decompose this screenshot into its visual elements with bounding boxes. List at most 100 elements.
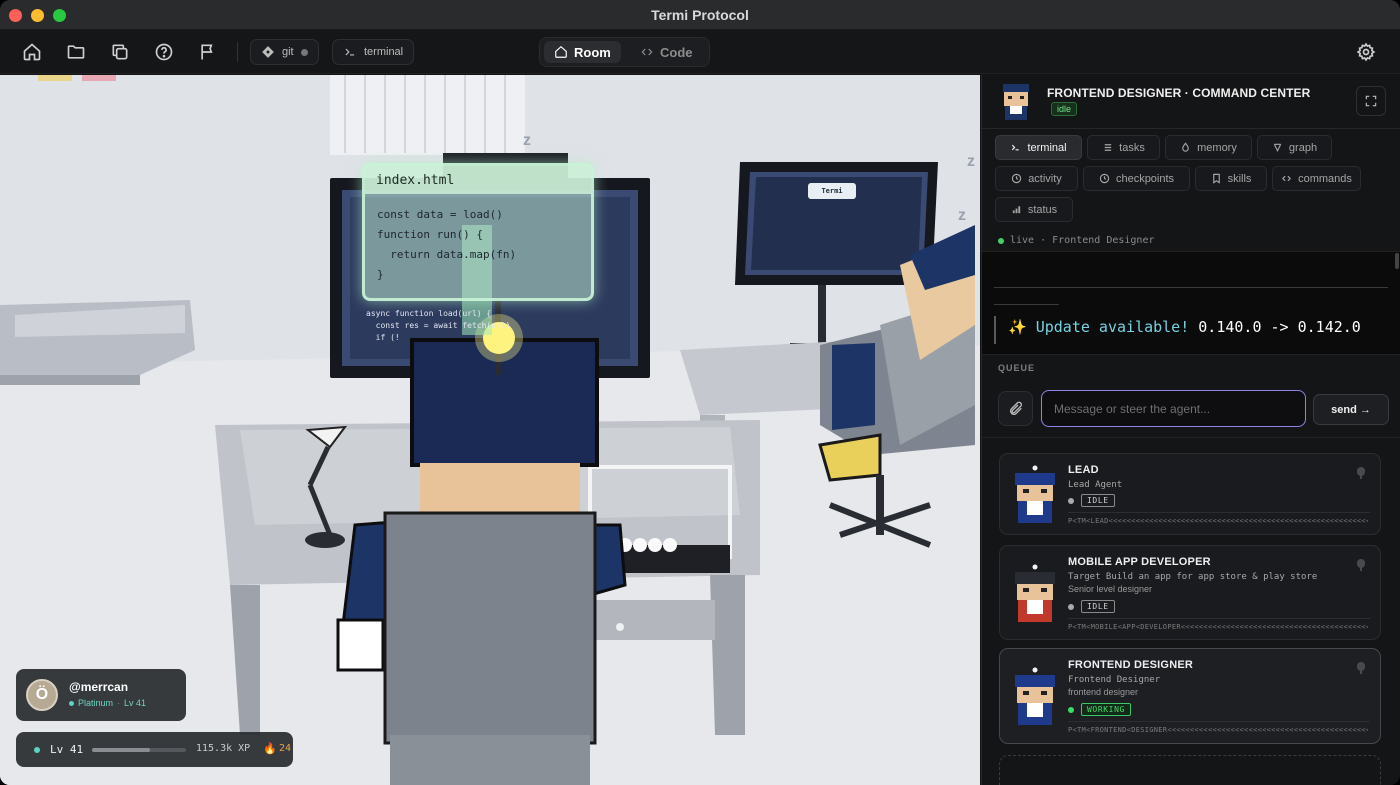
agent-card-mobile-app-developer[interactable]: MOBILE APP DEVELOPER Target Build an app… bbox=[999, 545, 1381, 640]
agent-status: IDLE bbox=[1068, 494, 1115, 507]
attach-button[interactable] bbox=[998, 391, 1033, 426]
agent-status: WORKING bbox=[1068, 703, 1131, 716]
tab-checkpoints[interactable]: checkpoints bbox=[1083, 166, 1190, 191]
code-view-button[interactable]: Code bbox=[630, 41, 703, 63]
agent-card-lead[interactable]: LEAD Lead Agent IDLE P<TM<LEAD<<<<<<<<<<… bbox=[999, 453, 1381, 535]
send-button[interactable]: send → bbox=[1313, 394, 1389, 425]
copy-icon[interactable] bbox=[110, 42, 130, 62]
tier-dot bbox=[69, 700, 74, 706]
bars-icon bbox=[1012, 206, 1020, 214]
sleep-mark: z bbox=[958, 207, 966, 224]
monitor-code-line: const res = await fetch(url) bbox=[366, 321, 511, 330]
card-divider bbox=[1068, 618, 1370, 619]
tab-commands[interactable]: commands bbox=[1272, 166, 1361, 191]
command-center-panel: FRONTEND DESIGNER · COMMAND CENTER idle … bbox=[981, 75, 1400, 785]
tier-separator: · bbox=[117, 698, 121, 708]
agent-card-frontend-designer[interactable]: FRONTEND DESIGNER Frontend Designer fron… bbox=[999, 648, 1381, 744]
small-screen-label: Termi bbox=[808, 183, 856, 199]
xp-progress-card: Lv 41 115.3k XP 🔥 24 bbox=[16, 732, 293, 767]
update-notice: ✨ Update available! 0.140.0 -> 0.142.0 bbox=[1008, 318, 1361, 336]
agent-subtitle: Target Build an app for app store & play… bbox=[1068, 572, 1318, 582]
tab-label: status bbox=[1027, 203, 1058, 216]
xp-level: Lv 41 bbox=[50, 743, 84, 756]
help-icon[interactable] bbox=[154, 42, 174, 62]
status-badge: idle bbox=[1051, 102, 1078, 116]
gear-icon[interactable] bbox=[1356, 42, 1376, 62]
live-text: live · Frontend Designer bbox=[1010, 235, 1155, 246]
status-dot bbox=[1068, 497, 1074, 504]
agent-status: IDLE bbox=[1068, 600, 1115, 613]
live-indicator: live · Frontend Designer bbox=[998, 235, 1155, 246]
avatar: Ö bbox=[26, 679, 58, 711]
app-window: Termi Protocol git terminal Room Code in… bbox=[0, 0, 1400, 785]
home-icon[interactable] bbox=[22, 42, 42, 62]
tab-terminal[interactable]: terminal bbox=[995, 135, 1082, 160]
tab-skills[interactable]: skills bbox=[1195, 166, 1267, 191]
bookmark-icon bbox=[1212, 173, 1220, 184]
tab-activity[interactable]: activity bbox=[995, 166, 1078, 191]
username: @merrcan bbox=[69, 680, 129, 694]
flag-icon[interactable] bbox=[198, 42, 218, 62]
terminal-label: terminal bbox=[364, 46, 404, 58]
terminal-box-line bbox=[994, 304, 1059, 305]
message-input[interactable] bbox=[1041, 390, 1306, 427]
agent-subtitle: frontend designer bbox=[1068, 687, 1139, 697]
tab-label: activity bbox=[1028, 172, 1062, 185]
clock-icon bbox=[1011, 173, 1022, 184]
xp-progress-fill bbox=[92, 748, 151, 752]
pin-icon[interactable] bbox=[1356, 661, 1366, 674]
header-divider bbox=[982, 128, 1400, 129]
terminal-box-line bbox=[994, 287, 1388, 288]
xp-dot bbox=[34, 747, 40, 753]
code-view-label: Code bbox=[660, 44, 693, 60]
git-button[interactable]: git bbox=[250, 39, 319, 65]
pin-icon[interactable] bbox=[1356, 466, 1366, 479]
expand-button[interactable] bbox=[1356, 86, 1386, 116]
folder-icon[interactable] bbox=[66, 42, 86, 62]
graph-icon bbox=[1273, 143, 1282, 152]
terminal-scrollbar[interactable] bbox=[1395, 253, 1399, 269]
agent-title: MOBILE APP DEVELOPER bbox=[1068, 556, 1211, 568]
terminal-icon bbox=[345, 48, 355, 56]
code-icon bbox=[641, 48, 653, 56]
status-badge: WORKING bbox=[1081, 703, 1131, 716]
agent-subtitle: Lead Agent bbox=[1068, 480, 1123, 490]
tier-level: Lv 41 bbox=[124, 698, 147, 708]
pin-icon[interactable] bbox=[1356, 558, 1366, 571]
user-profile-card[interactable]: Ö @merrcan Platinum · Lv 41 bbox=[16, 669, 186, 721]
code-line: const data = load() bbox=[377, 208, 503, 221]
panel-title: FRONTEND DESIGNER · COMMAND CENTER bbox=[1047, 86, 1311, 100]
tab-label: skills bbox=[1227, 172, 1252, 185]
status-badge: IDLE bbox=[1081, 600, 1115, 613]
agent-title: FRONTEND DESIGNER bbox=[1068, 659, 1194, 671]
status-dot bbox=[1068, 706, 1074, 713]
sparkle-icon: ✨ bbox=[1008, 318, 1027, 336]
monitor-code-line: if (! bbox=[366, 333, 400, 342]
live-dot bbox=[998, 237, 1004, 244]
expand-icon bbox=[1365, 95, 1377, 107]
tab-label: memory bbox=[1197, 141, 1237, 154]
add-agent-placeholder[interactable] bbox=[999, 755, 1381, 785]
agent-subtitle: Senior level designer bbox=[1068, 584, 1153, 594]
streak-count: 24 bbox=[279, 743, 292, 754]
view-toggle: Room Code bbox=[539, 37, 710, 67]
memory-icon bbox=[1182, 142, 1189, 152]
list-divider bbox=[982, 437, 1400, 438]
status-badge: IDLE bbox=[1081, 494, 1115, 507]
tab-memory[interactable]: memory bbox=[1165, 135, 1252, 160]
tab-label: checkpoints bbox=[1115, 172, 1175, 185]
tab-tasks[interactable]: tasks bbox=[1087, 135, 1160, 160]
code-line: return data.map(fn) bbox=[377, 248, 517, 261]
fire-icon: 🔥 bbox=[263, 743, 277, 755]
room-view-button[interactable]: Room bbox=[544, 41, 621, 63]
code-preview-card: index.html const data = load() function … bbox=[362, 163, 594, 301]
terminal-output[interactable]: ✨ Update available! 0.140.0 -> 0.142.0 bbox=[982, 251, 1400, 355]
tab-graph[interactable]: graph bbox=[1257, 135, 1332, 160]
room-scene[interactable]: index.html const data = load() function … bbox=[0, 75, 980, 785]
terminal-button[interactable]: terminal bbox=[332, 39, 415, 65]
toolbar-divider bbox=[237, 42, 238, 62]
code-line: } bbox=[377, 268, 384, 281]
code-icon bbox=[1282, 175, 1292, 182]
list-icon bbox=[1104, 144, 1112, 151]
tab-status[interactable]: status bbox=[995, 197, 1073, 222]
